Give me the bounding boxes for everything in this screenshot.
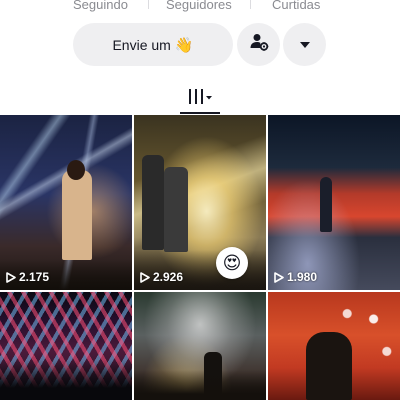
profile-tabs [0, 84, 400, 114]
view-count-text: 2.175 [19, 270, 50, 284]
view-count: 1.980 [274, 270, 317, 284]
more-options-button[interactable] [283, 23, 326, 66]
friend-settings-button[interactable] [237, 23, 280, 66]
view-count: 2.175 [6, 270, 49, 284]
triangle-down-icon [299, 36, 311, 54]
play-icon [140, 271, 150, 283]
performer-figure [142, 155, 164, 250]
heart-eyes-icon: 😍 [222, 252, 242, 274]
performer-figure [62, 170, 92, 260]
video-thumbnail[interactable] [268, 292, 400, 400]
video-thumbnail[interactable]: 2.175 [0, 115, 132, 290]
stat-divider [148, 0, 149, 9]
performer-figure [164, 167, 188, 252]
video-grid: 2.175 😍 2.926 1.980 [0, 115, 400, 400]
video-thumbnail[interactable] [0, 292, 132, 400]
video-thumbnail[interactable]: 1.980 [268, 115, 400, 290]
crowd-shadow [134, 370, 266, 400]
following-label[interactable]: Seguindo [73, 0, 128, 12]
reaction-bubble[interactable]: 😍 [216, 247, 248, 279]
crowd-shadow [0, 360, 132, 400]
video-thumbnail[interactable] [134, 292, 266, 400]
video-thumbnail[interactable]: 😍 2.926 [134, 115, 266, 290]
grid-bars-icon [187, 88, 213, 111]
performer-head [67, 160, 85, 180]
view-count-text: 2.926 [153, 270, 184, 284]
active-tab-indicator [180, 112, 220, 114]
play-icon [274, 271, 284, 283]
view-count: 2.926 [140, 270, 183, 284]
performer-figure [306, 332, 352, 400]
profile-actions: Envie um 👋 [0, 23, 400, 67]
waving-hand-icon: 👋 [174, 35, 194, 54]
stat-divider [250, 0, 251, 9]
play-icon [6, 271, 16, 283]
performer-figure [320, 177, 332, 232]
person-gear-icon [249, 32, 269, 57]
profile-stats-row: Seguindo Seguidores Curtidas [0, 0, 400, 13]
send-message-label: Envie um [112, 36, 171, 53]
tab-videos[interactable] [180, 84, 220, 114]
followers-label[interactable]: Seguidores [166, 0, 232, 12]
send-message-button[interactable]: Envie um 👋 [73, 23, 233, 66]
view-count-text: 1.980 [287, 270, 318, 284]
likes-label[interactable]: Curtidas [272, 0, 320, 12]
